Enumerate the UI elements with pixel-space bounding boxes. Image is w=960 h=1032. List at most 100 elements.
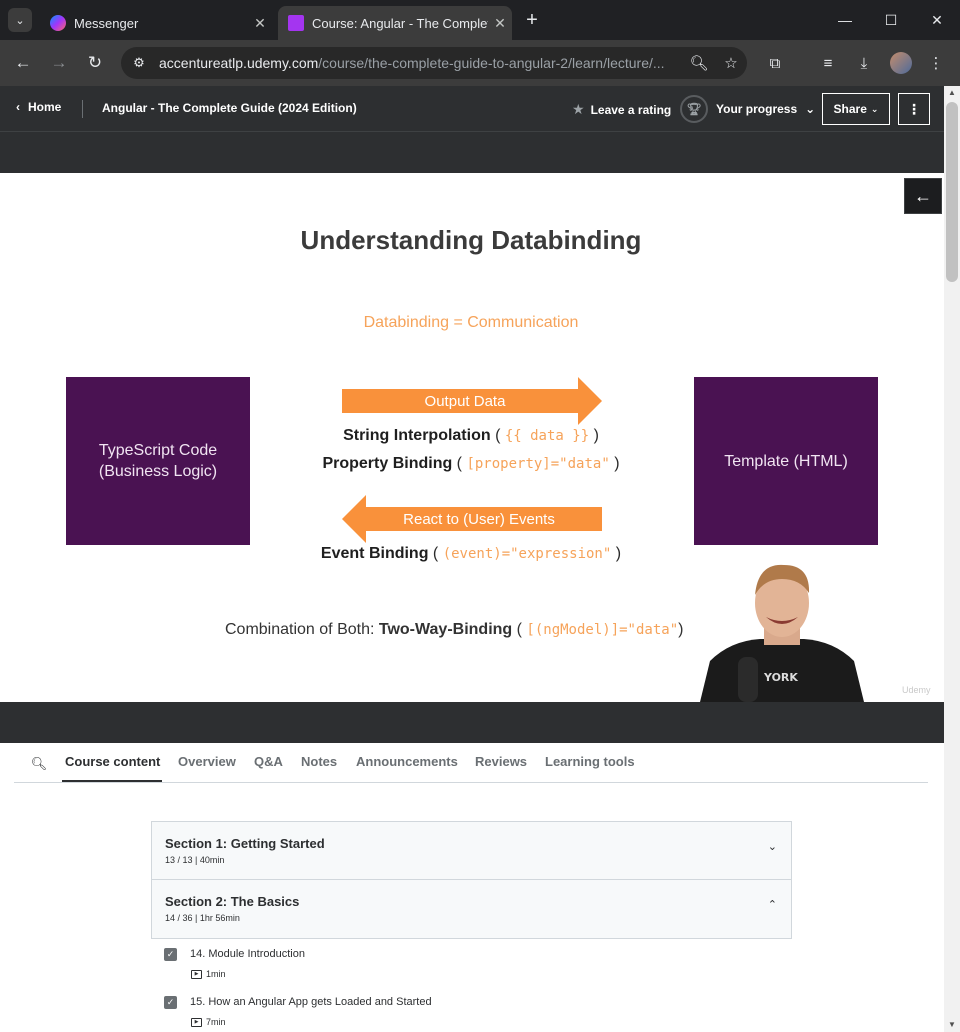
download-icon[interactable]: ⤓ (852, 51, 876, 75)
lecture-title: 14. Module Introduction (190, 948, 305, 960)
trophy-icon: 🏆︎ (680, 95, 708, 123)
lecture-meta: ▶ 1min (191, 969, 226, 979)
close-icon[interactable]: ✕ (488, 15, 512, 32)
completed-checkbox[interactable]: ✓ (164, 996, 177, 1009)
chevron-up-icon: ⌃ (767, 899, 777, 911)
tab-announcements[interactable]: Announcements (356, 754, 458, 769)
chevron-down-icon: ⌄ (805, 102, 816, 116)
leave-rating-button[interactable]: ★ Leave a rating (572, 101, 671, 118)
udemy-watermark: Udemy (902, 685, 931, 695)
scroll-down-arrow[interactable]: ▼ (944, 1018, 960, 1032)
section-meta: 13 / 13 | 40min (165, 855, 225, 865)
more-options-button[interactable]: ⋮ (898, 93, 930, 125)
browser-menu-icon[interactable]: ⋮ (924, 51, 948, 75)
browser-tab-bar: ⌄ Messenger ✕ Course: Angular - The Comp… (0, 0, 960, 40)
slide-title: Understanding Databinding (300, 225, 642, 255)
chevron-down-icon: ⌄ (870, 103, 879, 114)
lecture-duration: 7min (206, 1017, 226, 1027)
tab-reviews[interactable]: Reviews (475, 754, 527, 769)
lecture-duration: 1min (206, 969, 226, 979)
react-events-arrow: React to (User) Events (342, 495, 602, 543)
lecture-title: 15. How an Angular App gets Loaded and S… (190, 996, 432, 1008)
zoom-icon[interactable]: 🔍︎ (687, 51, 711, 75)
bookmark-star-icon[interactable]: ☆ (719, 51, 743, 75)
tab-udemy-course[interactable]: Course: Angular - The Complete Guide (20… (278, 6, 512, 40)
your-progress-button[interactable]: 🏆︎ Your progress ⌄ (680, 94, 815, 124)
interpolation-label: String Interpolation (343, 427, 491, 444)
tab-course-content[interactable]: Course content (65, 754, 160, 769)
section-title: Section 1: Getting Started (165, 836, 325, 851)
course-title[interactable]: Angular - The Complete Guide (2024 Editi… (102, 101, 357, 115)
forward-button[interactable]: → (47, 51, 71, 75)
site-info-icon[interactable]: ⚙ (127, 51, 151, 75)
tab-learning-tools[interactable]: Learning tools (545, 754, 635, 769)
video-player[interactable]: ← Understanding Databinding Databinding … (0, 132, 944, 743)
header-divider (82, 100, 83, 118)
profile-avatar[interactable] (890, 52, 912, 74)
event-binding-label: Event Binding (320, 545, 429, 562)
react-events-label: React to (User) Events (403, 510, 555, 528)
share-button[interactable]: Share ⌄ (822, 93, 890, 125)
address-bar[interactable]: ⚙ accentureatlp.udemy.com/course/the-com… (121, 47, 747, 79)
tab-title: Course: Angular - The Complete Guide (20… (312, 15, 488, 31)
collapse-sidebar-button[interactable]: ← (904, 178, 942, 214)
course-tabs: 🔍︎ Course content Overview Q&A Notes Ann… (14, 743, 928, 783)
udemy-icon (288, 15, 304, 31)
udemy-page: ‹ Home Angular - The Complete Guide (202… (0, 86, 944, 1032)
tab-messenger[interactable]: Messenger ✕ (40, 6, 272, 40)
tab-qa[interactable]: Q&A (254, 754, 283, 769)
close-icon[interactable]: ✕ (248, 15, 272, 32)
video-icon: ▶ (191, 969, 202, 979)
browser-toolbar: ← → ↻ ⚙ accentureatlp.udemy.com/course/t… (0, 40, 960, 86)
star-icon: ★ (572, 101, 585, 117)
completed-checkbox[interactable]: ✓ (164, 948, 177, 961)
property-binding-label: Property Binding (322, 455, 453, 472)
rating-label: Leave a rating (590, 102, 672, 117)
lecture-item[interactable]: ✓ 15. How an Angular App gets Loaded and… (151, 987, 792, 1032)
interpolation-code: {{ data }} (504, 428, 590, 444)
tab-notes[interactable]: Notes (301, 754, 337, 769)
section-title: Section 2: The Basics (165, 894, 300, 909)
chevron-left-icon: ‹ (16, 100, 20, 114)
minimize-button[interactable]: — (822, 4, 868, 36)
slide-subtitle: Databinding = Communication (363, 314, 579, 331)
new-tab-button[interactable]: + (520, 8, 544, 32)
lecture-item[interactable]: ✓ 14. Module Introduction ▶ 1min (151, 939, 792, 987)
two-way-binding-label: Two-Way-Binding (378, 621, 513, 638)
media-controls-icon[interactable]: ≡ (816, 51, 840, 75)
messenger-icon (50, 15, 66, 31)
tab-search-button[interactable]: ⌄ (8, 8, 32, 32)
url-text[interactable]: accentureatlp.udemy.com/course/the-compl… (159, 55, 679, 71)
course-content-list: Section 1: Getting Started 13 / 13 | 40m… (151, 821, 792, 1032)
two-way-binding-code: [(ngModel)]="data" (526, 622, 679, 638)
maximize-button[interactable]: ☐ (868, 4, 914, 36)
window-close-button[interactable]: ✕ (914, 4, 960, 36)
event-binding-code: (event)="expression" (442, 546, 612, 562)
home-label: Home (28, 100, 62, 114)
output-data-label: Output Data (424, 392, 506, 410)
svg-text:YORK: YORK (763, 671, 798, 684)
page-scrollbar[interactable]: ▲ ▼ (944, 86, 960, 1032)
chevron-down-icon: ⌄ (767, 841, 777, 853)
section-header[interactable]: Section 1: Getting Started 13 / 13 | 40m… (151, 821, 792, 880)
scroll-thumb[interactable] (946, 102, 958, 282)
presenter-video: YORK (700, 564, 864, 702)
extensions-icon[interactable]: ⧉ (763, 51, 787, 75)
lecture-meta: ▶ 7min (191, 1017, 226, 1027)
home-link[interactable]: ‹ Home (16, 100, 61, 114)
scroll-up-arrow[interactable]: ▲ (944, 86, 960, 100)
property-binding-code: [property]="data" (466, 456, 610, 472)
two-way-binding-line: Combination of Both: Two-Way-Binding ( [… (225, 621, 684, 638)
property-binding-line: Property Binding ( [property]="data" ) (322, 455, 620, 472)
combo-prefix: Combination of Both: (225, 621, 375, 638)
section-header[interactable]: Section 2: The Basics 14 / 36 | 1hr 56mi… (151, 880, 792, 939)
search-icon[interactable]: 🔍︎ (30, 755, 48, 773)
active-tab-indicator (62, 780, 162, 782)
back-button[interactable]: ← (11, 51, 35, 75)
tab-overview[interactable]: Overview (178, 754, 236, 769)
section-meta: 14 / 36 | 1hr 56min (165, 913, 240, 923)
string-interpolation-line: String Interpolation ( {{ data }} ) (343, 427, 599, 444)
tab-title: Messenger (74, 15, 139, 31)
reload-button[interactable]: ↻ (83, 51, 107, 75)
share-label: Share (833, 102, 867, 116)
